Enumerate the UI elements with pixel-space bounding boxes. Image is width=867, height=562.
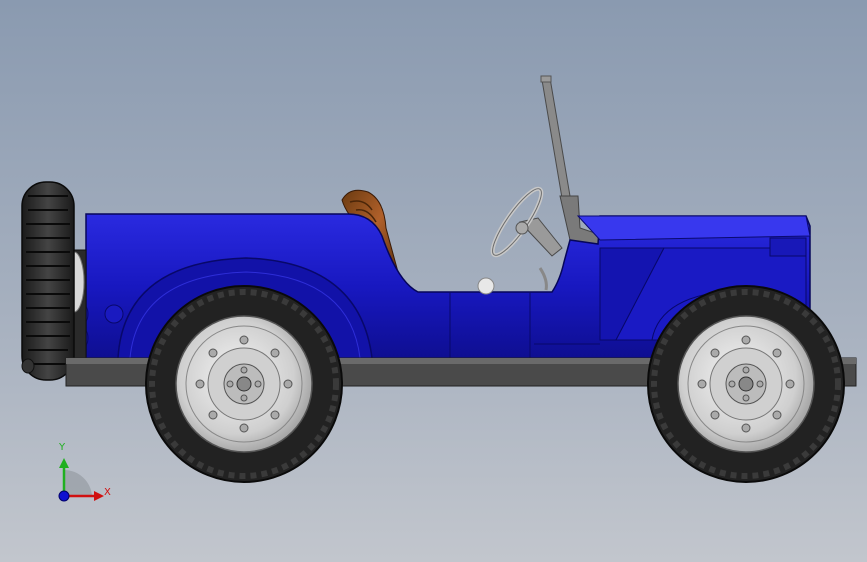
shifter-knob	[477, 277, 495, 295]
graphics-viewport[interactable]: Y X	[0, 0, 867, 562]
y-axis-label: Y	[59, 442, 66, 453]
axis-triad[interactable]	[58, 458, 104, 502]
steering-wheel	[490, 186, 563, 291]
rear-wheel	[145, 285, 343, 483]
z-axis-dot	[58, 490, 70, 502]
jeep-model[interactable]	[0, 0, 867, 562]
spare-tire	[21, 181, 87, 381]
front-wheel	[647, 285, 845, 483]
x-axis-label: X	[104, 487, 111, 498]
